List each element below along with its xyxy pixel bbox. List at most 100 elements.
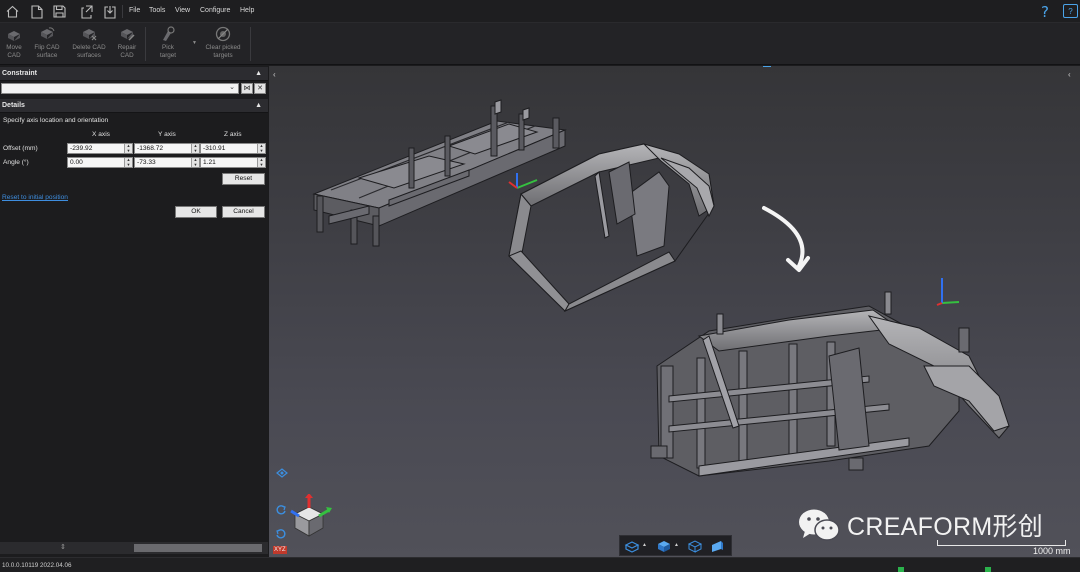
view-mode-icon[interactable] [275, 466, 289, 482]
menu-tools[interactable]: Tools [149, 7, 165, 14]
offset-y-value: -1368.72 [137, 145, 164, 152]
details-title: Details [2, 102, 25, 109]
view-cube-axis-label: XYZ [273, 546, 287, 554]
clear-targets-icon [201, 25, 245, 42]
x-axis-column-label: X axis [92, 131, 110, 138]
repair-cad-button[interactable]: Repair CAD [115, 25, 139, 59]
offset-z-value: -310.91 [203, 145, 226, 152]
flip-cad-label-1: Flip CAD [34, 44, 60, 51]
menu-configure[interactable]: Configure [200, 7, 230, 14]
feedback-icon[interactable]: ? [1063, 4, 1078, 18]
repair-cad-label-2: CAD [120, 51, 134, 59]
help-icon[interactable]: ? [1041, 3, 1049, 21]
wireframe-icon[interactable] [686, 538, 704, 554]
pick-target-button[interactable]: Pick target [154, 25, 182, 59]
pick-target-dropdown-icon[interactable]: ▼ [192, 40, 197, 46]
flip-cad-icon [32, 25, 62, 42]
pick-target-label-2: target [159, 51, 177, 59]
collapse-up-icon[interactable]: ▲ [255, 67, 262, 81]
chat-bubbles-icon [799, 509, 840, 541]
angle-y-value: -73.33 [137, 159, 156, 166]
pick-target-label-1: Pick [162, 44, 174, 51]
export-icon[interactable] [78, 3, 95, 20]
offset-y-input[interactable]: -1368.72 ▲ ▼ [134, 143, 200, 154]
angle-z-input[interactable]: 1.21 ▲ ▼ [200, 157, 266, 168]
splitter-grip-icon[interactable]: ⇕ [60, 543, 66, 551]
constraint-section-header[interactable]: Constraint ▲ [0, 67, 268, 81]
repair-cad-label-1: Repair [117, 44, 137, 51]
menu-view[interactable]: View [175, 7, 190, 14]
ok-button[interactable]: OK [175, 206, 217, 218]
scale-label: 1000 mm [1033, 546, 1071, 556]
constraint-select[interactable]: ⌄ [1, 83, 239, 94]
move-cad-button[interactable]: Move CAD [2, 25, 26, 59]
status-bar: 10.0.0.10119 2022.04.06 [0, 557, 1080, 572]
constraint-title: Constraint [2, 70, 37, 77]
reset-initial-position-link[interactable]: Reset to initial position [2, 194, 68, 201]
axis-triad-upper [508, 173, 538, 189]
save-icon[interactable] [51, 3, 68, 20]
offset-row-label: Offset (mm) [3, 145, 38, 152]
viewport-toolbar: ▲ ▲ [619, 535, 732, 556]
spin-arrows-icon[interactable]: ▲ ▼ [191, 157, 199, 167]
section-view-icon[interactable] [708, 538, 726, 554]
move-cad-label-2: CAD [7, 51, 21, 59]
cancel-button[interactable]: Cancel [222, 206, 265, 218]
panel-scrollbar[interactable]: ⇕ [0, 542, 268, 554]
flip-cad-label-2: surface [36, 51, 58, 59]
constraint-clear-button[interactable]: ✕ [254, 83, 266, 94]
collapse-up-icon[interactable]: ▲ [255, 99, 262, 113]
offset-x-input[interactable]: -239.92 ▲ ▼ [67, 143, 133, 154]
delete-cad-icon [70, 25, 108, 42]
reset-button[interactable]: Reset [222, 173, 265, 185]
body-side-lower-assembly [650, 291, 1010, 477]
view-cube[interactable] [287, 493, 333, 542]
clear-targets-label-2: targets [213, 51, 233, 59]
status-ok-icon [985, 567, 991, 572]
arrow-curve [762, 206, 805, 268]
flip-cad-surface-button[interactable]: Flip CAD surface [32, 25, 62, 59]
spin-arrows-icon[interactable]: ▲ ▼ [124, 157, 132, 167]
details-instruction: Specify axis location and orientation [3, 117, 109, 124]
version-text: 10.0.0.10119 2022.04.06 [2, 562, 72, 569]
new-file-icon[interactable] [28, 3, 45, 20]
watermark-text: CREAFORM形创 [847, 513, 1044, 541]
move-cad-icon [2, 25, 26, 42]
cad-scene[interactable] [269, 66, 1080, 557]
chevron-down-icon: ⌄ [229, 84, 235, 91]
clear-picked-targets-button[interactable]: Clear picked targets [201, 25, 245, 59]
3d-viewport[interactable]: ‹ ‹ XYZ CREAFORM形创 ▲ ▲ 1000 mm [269, 66, 1080, 557]
angle-row-label: Angle (°) [3, 159, 29, 166]
rotate-ccw-icon[interactable] [275, 528, 287, 542]
delete-cad-surfaces-button[interactable]: Delete CAD surfaces [70, 25, 108, 59]
cad-display-icon[interactable] [623, 538, 641, 554]
import-icon[interactable] [101, 3, 118, 20]
spin-arrows-icon[interactable]: ▲ ▼ [191, 143, 199, 153]
rotate-cw-icon[interactable] [275, 504, 287, 518]
ribbon-toolbar: Move CAD Flip CAD surface Delete CAD sur… [0, 23, 1080, 65]
constraint-axis-button[interactable]: ⋈ [241, 83, 253, 94]
home-icon[interactable] [4, 3, 21, 20]
spin-arrows-icon[interactable]: ▲ ▼ [257, 143, 265, 153]
status-ok-icon [898, 567, 904, 572]
spin-arrows-icon[interactable]: ▲ ▼ [124, 143, 132, 153]
menu-file[interactable]: File [129, 7, 140, 14]
angle-x-value: 0.00 [70, 159, 83, 166]
scrollbar-thumb[interactable] [134, 544, 262, 552]
offset-z-input[interactable]: -310.91 ▲ ▼ [200, 143, 266, 154]
dropdown-triangle-icon[interactable]: ▲ [674, 542, 679, 548]
y-axis-column-label: Y axis [158, 131, 176, 138]
move-cad-label-1: Move [6, 44, 22, 51]
dropdown-triangle-icon[interactable]: ▲ [642, 542, 647, 548]
body-side-upper [508, 142, 715, 313]
spin-arrows-icon[interactable]: ▲ ▼ [257, 157, 265, 167]
menu-help[interactable]: Help [240, 7, 254, 14]
axis-triad-lower [936, 278, 960, 306]
watermark: CREAFORM形创 [797, 507, 1043, 543]
angle-y-input[interactable]: -73.33 ▲ ▼ [134, 157, 200, 168]
offset-x-value: -239.92 [70, 145, 93, 152]
shaded-display-icon[interactable] [655, 538, 673, 554]
angle-z-value: 1.21 [203, 159, 216, 166]
angle-x-input[interactable]: 0.00 ▲ ▼ [67, 157, 133, 168]
details-section-header[interactable]: Details ▲ [0, 99, 268, 113]
